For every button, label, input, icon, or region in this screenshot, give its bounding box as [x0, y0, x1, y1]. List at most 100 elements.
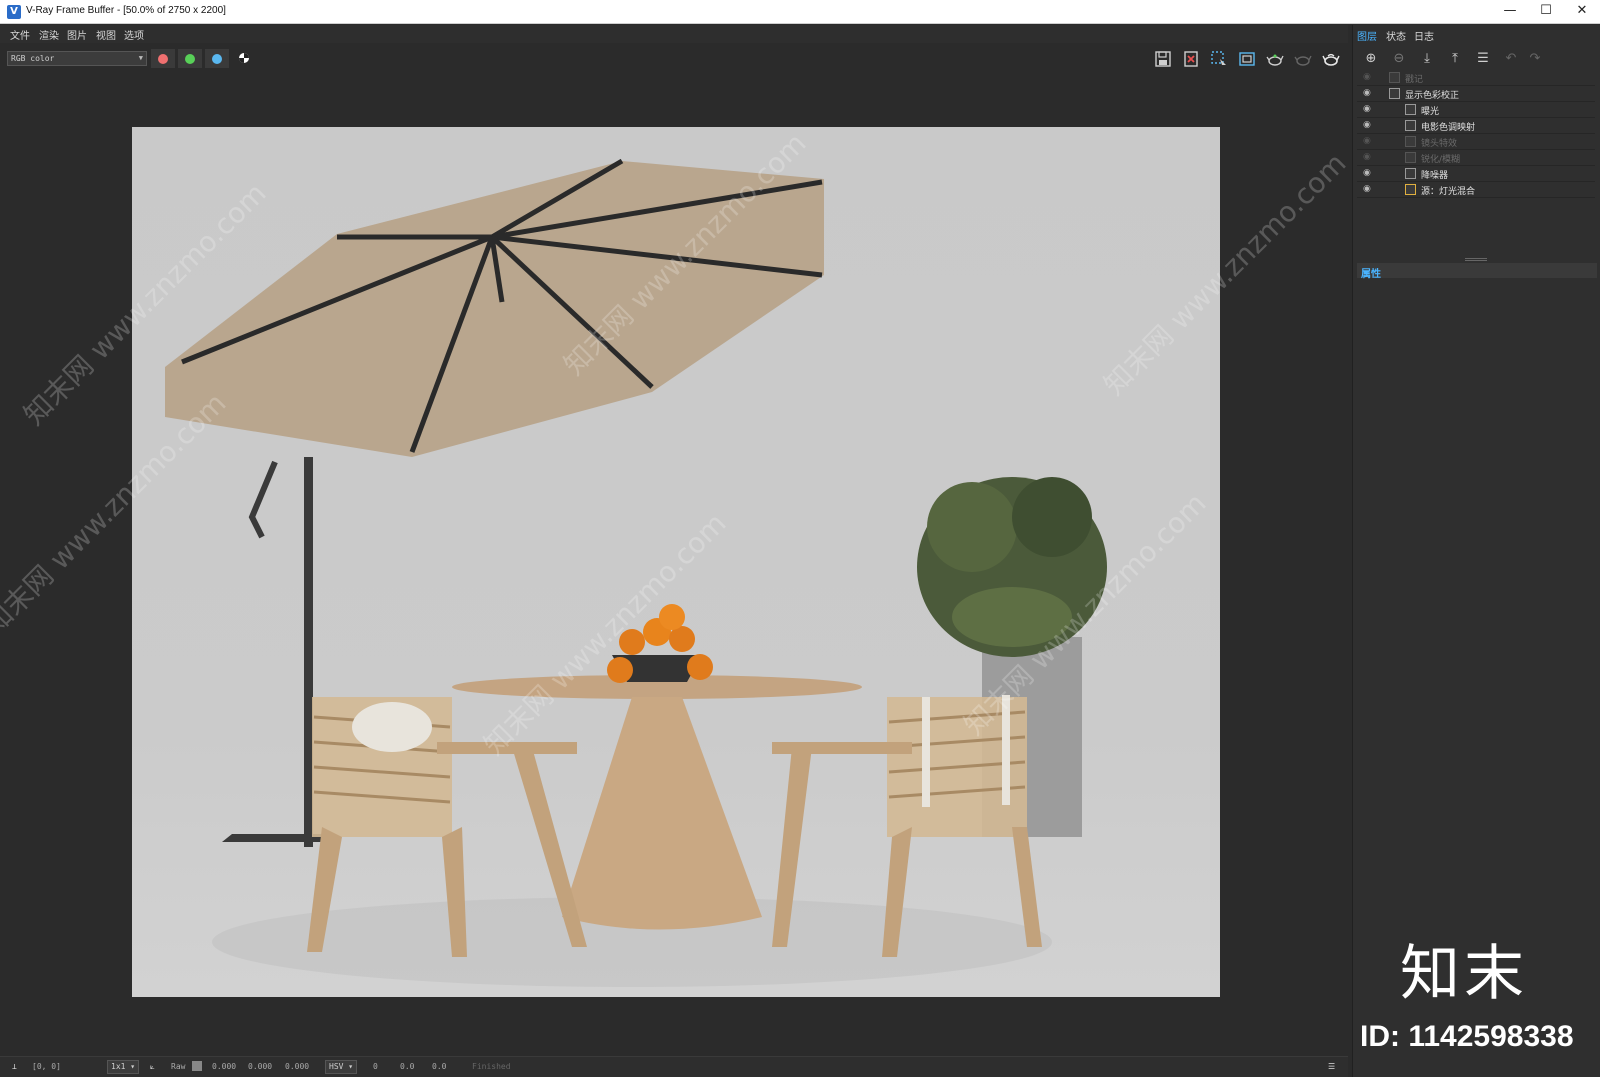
blue-dot-icon	[212, 54, 222, 64]
undo-icon[interactable]: ↶	[1501, 50, 1521, 68]
brand-watermark: 知末	[1400, 939, 1528, 1009]
pin-icon[interactable]: ⊥	[12, 1062, 17, 1071]
umbrella-crank	[248, 460, 278, 539]
alpha-icon	[239, 53, 249, 63]
layer-row[interactable]: ◉ 镜头特效	[1357, 134, 1595, 150]
layer-row[interactable]: ◉ 锐化/模糊	[1357, 150, 1595, 166]
menu-render[interactable]: 渲染	[39, 27, 59, 42]
follow-mouse-icon[interactable]	[1238, 50, 1256, 68]
right-panel: 图层 状态 日志 ⊕ ⊖ ⤓ ⤒ ☰ ↶ ↷ ◉ 戳记 ◉ 显示色彩校正 ◉ 曝…	[1352, 25, 1600, 1077]
maximize-button[interactable]: ☐	[1528, 0, 1564, 24]
layer-presets-icon[interactable]: ☰	[1473, 50, 1493, 68]
tab-stats[interactable]: 状态	[1386, 28, 1406, 43]
eye-icon[interactable]: ◉	[1363, 104, 1371, 114]
region-icon[interactable]	[1210, 50, 1228, 68]
save-icon[interactable]	[1154, 50, 1172, 68]
color-swatch	[192, 1061, 202, 1071]
tab-layers[interactable]: 图层	[1357, 28, 1377, 43]
interactive-render-icon[interactable]	[1322, 50, 1340, 68]
layer-label: 电影色调映射	[1421, 123, 1476, 133]
orange-bowl	[607, 604, 713, 683]
rgb-g: 0.000	[248, 1062, 273, 1071]
layer-label: 源：灯光混合	[1421, 187, 1476, 197]
layer-label: 显示色彩校正	[1405, 91, 1460, 101]
eye-icon[interactable]: ◉	[1363, 120, 1371, 130]
panel-splitter[interactable]	[1465, 258, 1487, 261]
plant-foliage	[917, 477, 1107, 657]
minimize-button[interactable]: —	[1492, 0, 1528, 24]
load-layers-icon[interactable]: ⤒	[1445, 50, 1465, 68]
color-mode-select[interactable]: HSV ▾	[325, 1060, 358, 1074]
close-button[interactable]: ✕	[1564, 0, 1600, 24]
rgb-r: 0.000	[212, 1062, 237, 1071]
layer-row[interactable]: ◉ 戳记	[1357, 70, 1595, 86]
green-channel-button[interactable]	[178, 49, 202, 68]
render-teapot-icon[interactable]	[1266, 50, 1284, 68]
rgb-b: 0.000	[285, 1062, 310, 1071]
sharpen-blur-icon	[1405, 152, 1416, 163]
status-bar: ⊥ [0, 0] 1x1 ▾ ⟀ Raw 0.000 0.000 0.000 H…	[0, 1056, 1348, 1077]
menu-options[interactable]: 选项	[124, 27, 144, 42]
menu-file[interactable]: 文件	[10, 27, 30, 42]
menu-image[interactable]: 图片	[67, 27, 87, 42]
layer-label: 降噪器	[1421, 171, 1449, 181]
properties-header: 属性	[1357, 263, 1597, 280]
layer-row[interactable]: ◉ 显示色彩校正	[1357, 86, 1595, 102]
alpha-channel-button[interactable]	[232, 49, 256, 68]
zoom-value: 1x1	[111, 1062, 126, 1071]
umbrella-canopy	[165, 161, 824, 457]
delete-layer-icon[interactable]: ⊖	[1389, 50, 1409, 68]
stop-render-icon[interactable]	[1294, 50, 1312, 68]
eye-icon[interactable]: ◉	[1363, 88, 1371, 98]
vfb-toolbar: RGB color ▼	[0, 43, 1348, 73]
rendered-image	[132, 127, 1220, 997]
tab-log[interactable]: 日志	[1414, 28, 1434, 43]
color-mode-value: HSV	[329, 1062, 344, 1071]
menu-bar: 文件 渲染 图片 视图 选项	[0, 25, 1348, 43]
eye-icon[interactable]: ◉	[1363, 136, 1371, 146]
stamp-icon	[1389, 72, 1400, 83]
add-layer-icon[interactable]: ⊕	[1361, 50, 1381, 68]
table-base	[562, 697, 762, 930]
tone-mapping-icon	[1405, 120, 1416, 131]
color-correction-icon	[1389, 88, 1400, 99]
eye-icon[interactable]: ◉	[1363, 168, 1371, 178]
save-layers-icon[interactable]: ⤓	[1417, 50, 1437, 68]
render-viewport[interactable]: 知末网 www.znzmo.com 知末网 www.znzmo.com 知末网 …	[0, 73, 1352, 1056]
brand-id: ID: 1142598338	[1360, 1020, 1574, 1053]
clear-icon[interactable]	[1182, 50, 1200, 68]
hsv-v: 0.0	[432, 1062, 447, 1071]
render-scene	[165, 158, 1107, 987]
pixel-coords: [0, 0]	[32, 1062, 61, 1071]
exposure-icon	[1405, 104, 1416, 115]
layer-label: 戳记	[1405, 75, 1424, 85]
layer-label: 镜头特效	[1421, 139, 1458, 149]
window-titlebar: V V-Ray Frame Buffer - [50.0% of 2750 x …	[0, 0, 1600, 24]
chevron-down-icon: ▼	[138, 54, 143, 62]
layer-label: 锐化/模糊	[1421, 155, 1461, 165]
eye-icon[interactable]: ◉	[1363, 184, 1371, 194]
channel-select[interactable]: RGB color ▼	[7, 51, 147, 66]
eye-icon[interactable]: ◉	[1363, 152, 1371, 162]
green-dot-icon	[185, 54, 195, 64]
zoom-select[interactable]: 1x1 ▾	[107, 1060, 140, 1074]
eye-icon[interactable]: ◉	[1363, 72, 1371, 82]
layer-row[interactable]: ◉ 降噪器	[1357, 166, 1595, 182]
layer-row[interactable]: ◉ 源：灯光混合	[1357, 182, 1595, 198]
window-title: V-Ray Frame Buffer - [50.0% of 2750 x 22…	[26, 5, 226, 16]
layer-row[interactable]: ◉ 曝光	[1357, 102, 1595, 118]
channel-select-value: RGB color	[11, 54, 55, 63]
blue-channel-button[interactable]	[205, 49, 229, 68]
red-channel-button[interactable]	[151, 49, 175, 68]
redo-icon[interactable]: ↷	[1525, 50, 1545, 68]
layer-row[interactable]: ◉ 电影色调映射	[1357, 118, 1595, 134]
hsv-h: 0	[373, 1062, 378, 1071]
menu-view[interactable]: 视图	[96, 27, 116, 42]
properties-label: 属性	[1361, 269, 1381, 280]
lens-effects-icon	[1405, 136, 1416, 147]
red-dot-icon	[158, 54, 168, 64]
umbrella-pole	[304, 457, 313, 847]
curve-icon[interactable]: ⟀	[150, 1062, 155, 1072]
light-mix-icon	[1405, 184, 1416, 195]
log-icon[interactable]: ☰	[1328, 1062, 1335, 1071]
